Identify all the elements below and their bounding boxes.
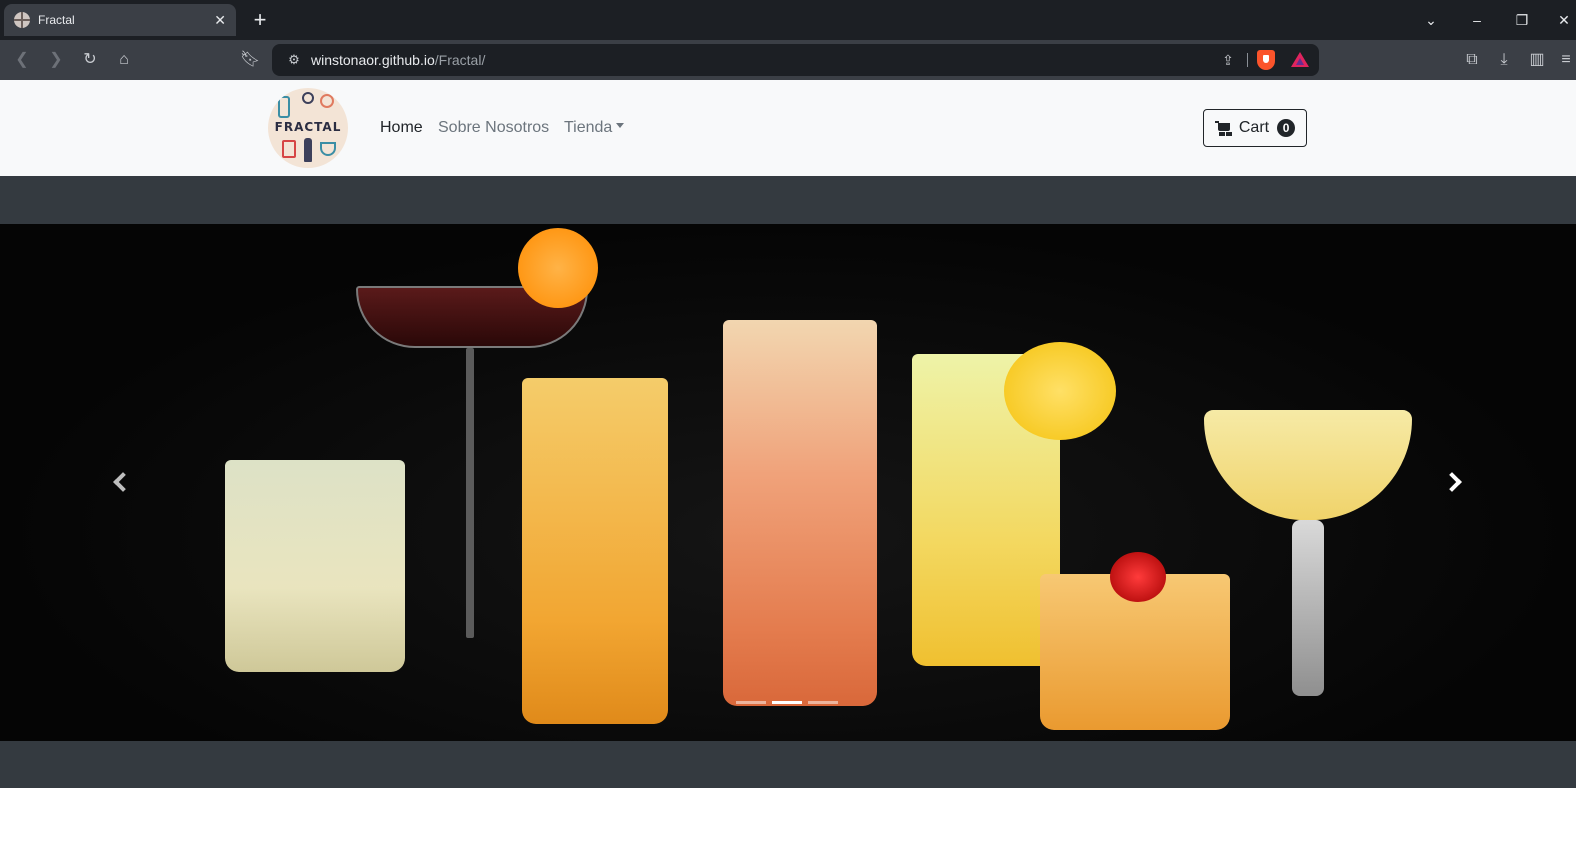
carousel-indicator-2[interactable] (772, 701, 802, 704)
back-arrow-icon[interactable]: ❮ (10, 48, 34, 72)
nav-shop-label: Tienda (564, 119, 613, 136)
minimize-window-icon[interactable]: – (1465, 8, 1489, 32)
address-bar[interactable]: ⚙︎ winstonaor.github.io/Fractal/ ⇪ (272, 44, 1319, 76)
nav-home-link[interactable]: Home (380, 118, 423, 138)
close-window-icon[interactable]: ✕ (1552, 8, 1576, 32)
logo-lemon-shape (320, 94, 334, 108)
tab-search-chevron-icon[interactable]: ⌄ (1419, 8, 1443, 32)
bookmark-icon[interactable]: 🔖︎ (238, 48, 262, 72)
logo-cup-shape (320, 142, 336, 156)
brave-rewards-icon[interactable] (1291, 52, 1309, 67)
url-path: /Fractal/ (434, 52, 486, 68)
home-icon[interactable]: ⌂ (112, 48, 136, 72)
cart-icon (1214, 120, 1231, 136)
url-host: winstonaor.github.io (311, 52, 435, 68)
tab-title: Fractal (38, 13, 75, 27)
logo-flower-shape (302, 92, 314, 104)
nav-shop-dropdown[interactable]: Tienda (564, 118, 625, 138)
cherry-garnish (1110, 552, 1166, 602)
cocktail-glass-lemongrass (225, 460, 405, 672)
carousel-indicator-3[interactable] (808, 701, 838, 704)
restore-window-icon[interactable]: ❐ (1510, 8, 1534, 32)
address-url[interactable]: winstonaor.github.io/Fractal/ (311, 44, 485, 76)
carousel-prev-button[interactable] (104, 468, 134, 498)
browser-tab-strip: Fractal ✕ + ⌄ – ❐ ✕ (0, 0, 1576, 40)
carousel-indicators (736, 701, 838, 704)
address-bar-divider (1247, 53, 1248, 67)
browser-toolbar: ❮ ❯ ↻ ⌂ 🔖︎ ⚙︎ winstonaor.github.io/Fract… (0, 40, 1576, 80)
extensions-icon[interactable]: ⧉ (1460, 48, 1484, 72)
lemon-wedge-garnish (1004, 342, 1116, 440)
reload-icon[interactable]: ↻ (78, 48, 102, 72)
chevron-right-icon (1442, 472, 1462, 492)
coupe-yellow-stem (1292, 520, 1324, 696)
logo-glass-shape (278, 96, 290, 118)
orange-peel-garnish (518, 228, 598, 308)
sidebar-icon[interactable]: ▥ (1525, 48, 1549, 72)
forward-arrow-icon[interactable]: ❯ (44, 48, 68, 72)
logo-can-shape (282, 140, 296, 158)
new-tab-button[interactable]: + (248, 6, 272, 34)
carousel-next-button[interactable] (1441, 468, 1471, 498)
site-navbar: FRACTAL Home Sobre Nosotros Tienda Cart … (0, 80, 1576, 176)
carousel-indicator-1[interactable] (736, 701, 766, 704)
cart-button[interactable]: Cart 0 (1203, 109, 1307, 147)
chevron-left-icon (113, 472, 133, 492)
share-icon[interactable]: ⇪ (1216, 48, 1240, 72)
tab-close-icon[interactable]: ✕ (214, 12, 226, 29)
hero-carousel (0, 224, 1576, 741)
site-info-icon[interactable]: ⚙︎ (282, 48, 306, 72)
menu-icon[interactable]: ≡ (1556, 48, 1576, 72)
logo-bottle-shape (304, 138, 312, 162)
cart-label: Cart (1238, 119, 1270, 136)
nav-about-link[interactable]: Sobre Nosotros (438, 118, 549, 138)
coupe-stem (466, 348, 474, 638)
fractal-logo[interactable]: FRACTAL (268, 88, 348, 168)
cart-count-badge: 0 (1277, 119, 1296, 137)
site-favicon-icon (14, 12, 30, 28)
downloads-icon[interactable]: ⤓ (1492, 48, 1516, 72)
logo-text: FRACTAL (274, 120, 342, 134)
cocktail-highball-grapefruit (723, 320, 877, 706)
cocktail-coupe-yellow (1204, 410, 1412, 520)
browser-tab[interactable]: Fractal ✕ (4, 4, 236, 36)
dropdown-caret-icon (616, 123, 625, 129)
cocktail-highball-orange (522, 378, 668, 724)
brave-shields-icon[interactable] (1257, 50, 1275, 70)
